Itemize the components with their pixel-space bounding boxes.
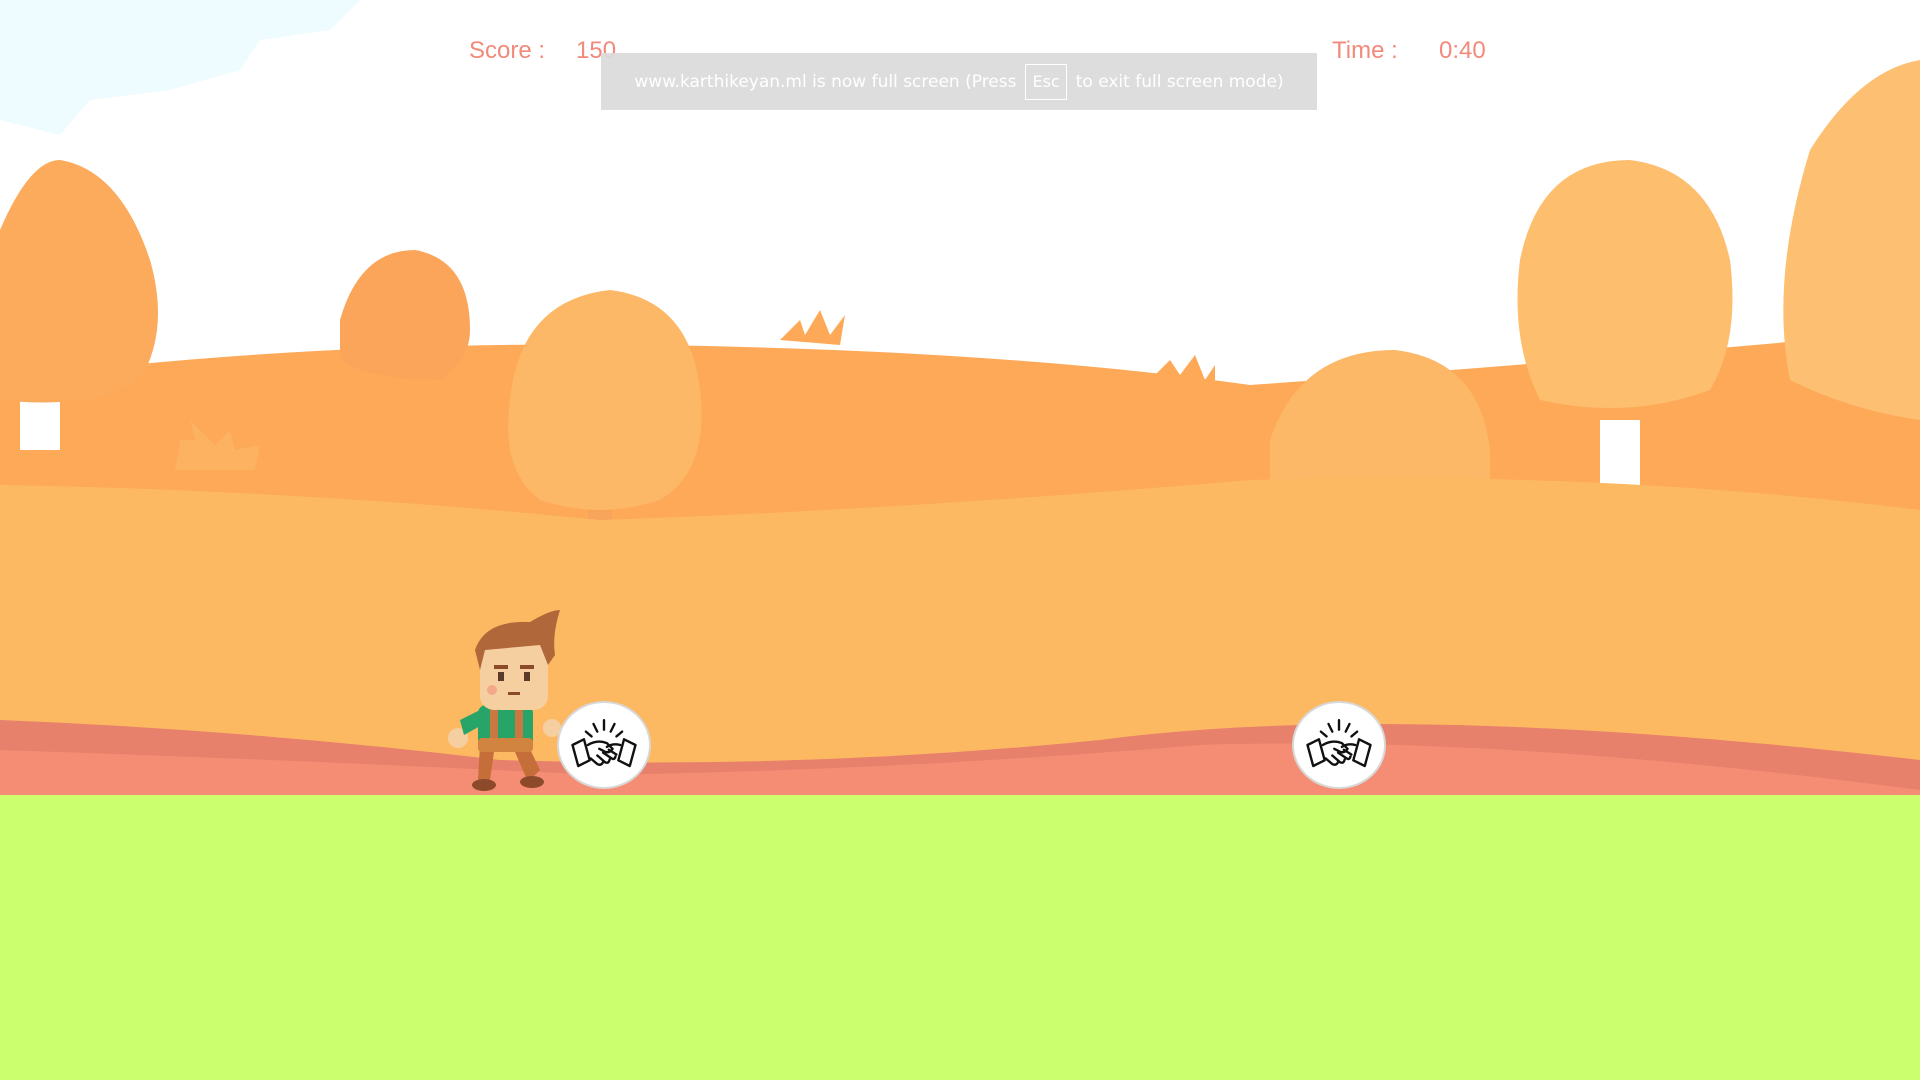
time-value: 0:40 <box>1439 37 1486 64</box>
handshake-icon <box>1306 718 1372 768</box>
score-label: Score : <box>469 37 546 64</box>
fullscreen-notice: www.karthikeyan.ml is now full screen (P… <box>601 53 1317 110</box>
time-label: Time : <box>1332 37 1398 64</box>
handshake-token <box>1292 701 1386 789</box>
game-stage[interactable]: Score : 150 Time : 0:40 www.karthikeyan.… <box>0 0 1920 1080</box>
fullscreen-notice-text: www.karthikeyan.ml is now full screen (P… <box>634 71 1017 92</box>
esc-key: Esc <box>1025 63 1067 100</box>
fullscreen-notice-text-end: to exit full screen mode) <box>1075 71 1284 92</box>
background-scenery <box>0 0 1920 1080</box>
handshake-icon <box>571 718 637 768</box>
handshake-token <box>557 701 651 789</box>
